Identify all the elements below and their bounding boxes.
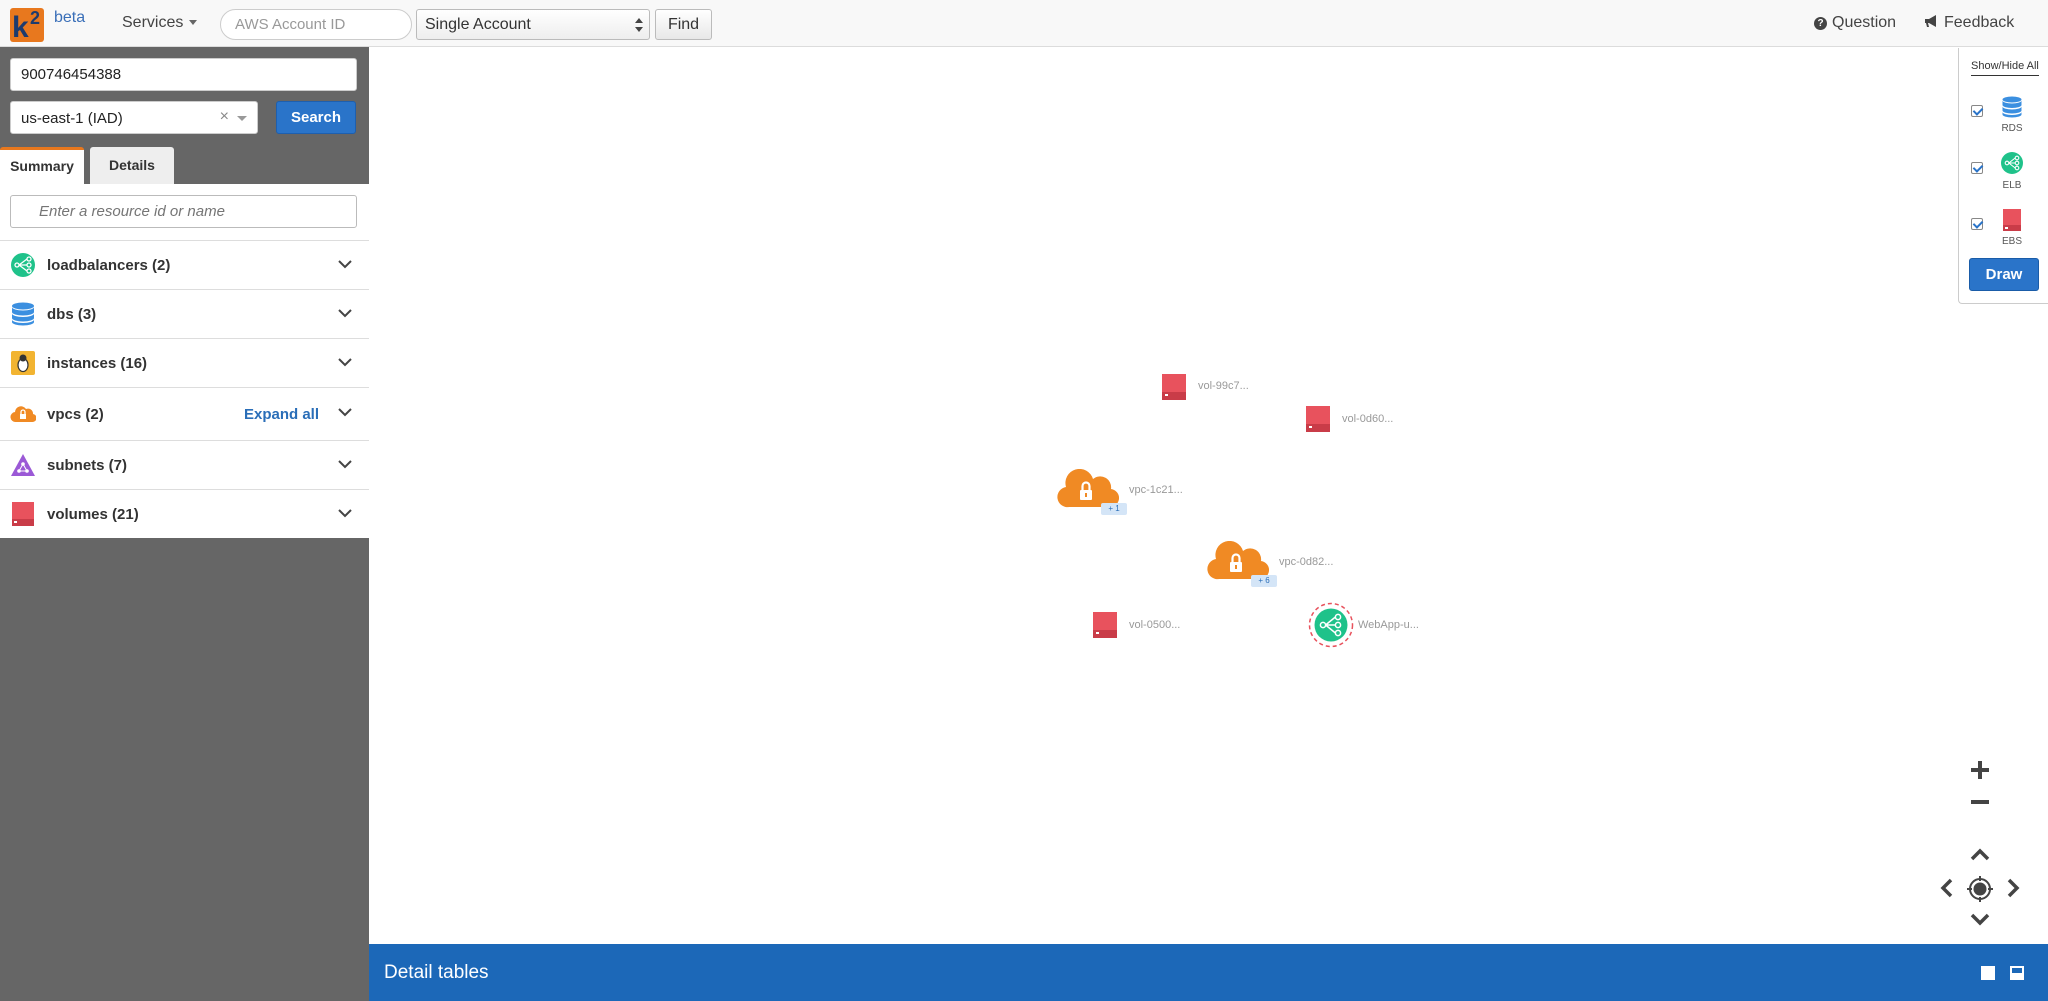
resource-label: volumes (21): [47, 506, 139, 523]
pan-up-icon[interactable]: [1969, 847, 1991, 863]
rds-checkbox[interactable]: [1971, 105, 1983, 117]
graph-node-vpc[interactable]: + 6 vpc-0d82...: [1207, 541, 1342, 587]
pan-right-icon[interactable]: [2005, 877, 2021, 899]
sidebar: 900746454388 us-east-1 (IAD) × Search Su…: [0, 47, 369, 1001]
chevron-down-icon[interactable]: [338, 259, 352, 269]
chevron-down-icon[interactable]: [338, 357, 352, 367]
database-icon: [2002, 96, 2022, 118]
node-label: vpc-0d82...: [1279, 556, 1334, 568]
graph-node-vpc[interactable]: + 1 vpc-1c21...: [1057, 469, 1187, 515]
linux-instance-icon: [11, 351, 35, 375]
resource-label: subnets (7): [47, 457, 128, 474]
tab-summary[interactable]: Summary: [0, 147, 84, 184]
chevron-down-icon[interactable]: [338, 308, 352, 318]
svg-text:k: k: [12, 11, 29, 44]
account-id-field[interactable]: 900746454388: [10, 58, 357, 91]
draw-button[interactable]: Draw: [1969, 258, 2039, 291]
split-view-icon[interactable]: [2010, 966, 2024, 980]
vpc-child-badge: + 1: [1101, 503, 1127, 515]
ebs-checkbox[interactable]: [1971, 218, 1983, 230]
legend-label: ELB: [2002, 180, 2022, 191]
megaphone-icon: [1925, 15, 1936, 27]
account-mode-value: Single Account: [425, 16, 531, 33]
svg-text:2: 2: [30, 8, 40, 28]
vpc-child-badge: + 6: [1251, 575, 1277, 587]
badge-text: + 1: [1108, 504, 1120, 513]
volume-icon: [2003, 209, 2021, 231]
question-link[interactable]: ? Question: [1814, 14, 1896, 32]
load-balancer-icon: [1308, 602, 1354, 648]
badge-text: + 6: [1258, 576, 1270, 585]
caret-down-icon: [189, 20, 198, 26]
resource-row-loadbalancers[interactable]: loadbalancers (2): [0, 240, 369, 289]
detail-tables-bar[interactable]: Detail tables: [369, 944, 2048, 1001]
zoom-in-icon[interactable]: [1969, 759, 1991, 781]
resource-label: loadbalancers (2): [47, 257, 171, 274]
aws-account-id-input[interactable]: [220, 9, 412, 40]
detail-tables-title: Detail tables: [384, 962, 489, 983]
select-arrows-icon: [635, 18, 643, 32]
beta-label: beta: [54, 9, 86, 26]
resource-label: dbs (3): [47, 306, 97, 323]
chevron-down-icon[interactable]: [338, 407, 352, 417]
question-icon: ?: [1814, 17, 1827, 30]
account-mode-select[interactable]: Single Account: [416, 9, 650, 40]
show-hide-all-link[interactable]: Show/Hide All: [1971, 60, 2039, 76]
tab-details[interactable]: Details: [90, 147, 174, 184]
volume-icon: [1306, 406, 1330, 432]
resource-row-vpcs[interactable]: vpcs (2) Expand all: [0, 387, 369, 440]
subnet-icon: [11, 454, 35, 476]
node-label: vol-0500...: [1129, 619, 1181, 631]
chevron-down-icon[interactable]: [338, 459, 352, 469]
graph-node-volume[interactable]: vol-99c7...: [1162, 374, 1252, 400]
load-balancer-icon: [11, 253, 35, 277]
legend-label: RDS: [2001, 123, 2023, 134]
region-value: us-east-1 (IAD): [21, 110, 123, 127]
pan-down-icon[interactable]: [1969, 911, 1991, 927]
node-label: vpc-1c21...: [1129, 484, 1183, 496]
database-icon: [12, 302, 34, 326]
elb-checkbox[interactable]: [1971, 162, 1983, 174]
find-button[interactable]: Find: [655, 9, 712, 40]
feedback-link[interactable]: Feedback: [1924, 14, 2014, 32]
volume-icon: [1093, 612, 1117, 638]
volume-icon: [12, 502, 34, 526]
resource-filter-input[interactable]: [10, 195, 357, 228]
expand-all-link[interactable]: Expand all: [244, 406, 319, 423]
resource-row-subnets[interactable]: subnets (7): [0, 440, 369, 489]
volume-icon: [1162, 374, 1186, 400]
legend-panel: Show/Hide All RDS ELB EBS Draw: [1958, 48, 2048, 304]
summary-panel: loadbalancers (2) dbs (3) instances (16): [0, 184, 369, 538]
topology-canvas[interactable]: vol-99c7... vol-0d60... + 1 vpc-1c21... …: [369, 47, 2048, 944]
resource-row-instances[interactable]: instances (16): [0, 338, 369, 387]
chevron-down-icon[interactable]: [338, 508, 352, 518]
node-label: vol-0d60...: [1342, 413, 1394, 425]
load-balancer-icon: [2001, 152, 2023, 174]
vpc-cloud-lock-icon: [10, 406, 36, 423]
recenter-icon[interactable]: [1967, 876, 1993, 902]
graph-node-load-balancer[interactable]: WebApp-u...: [1308, 602, 1433, 648]
zoom-out-icon[interactable]: [1969, 791, 1991, 813]
resource-row-volumes[interactable]: volumes (21): [0, 489, 369, 538]
services-menu[interactable]: Services: [122, 14, 198, 32]
resource-label: vpcs (2): [47, 406, 104, 423]
clear-icon[interactable]: ×: [220, 108, 229, 126]
resource-row-dbs[interactable]: dbs (3): [0, 289, 369, 338]
feedback-label: Feedback: [1944, 14, 2015, 31]
legend-label: EBS: [2001, 236, 2022, 247]
question-label: Question: [1832, 14, 1897, 31]
pan-left-icon[interactable]: [1939, 877, 1955, 899]
node-label: WebApp-u...: [1358, 619, 1419, 631]
region-select[interactable]: us-east-1 (IAD) ×: [10, 101, 258, 134]
maximize-icon[interactable]: [1981, 966, 1995, 980]
top-navbar: k 2 beta Services Single Account Find ? Q…: [0, 0, 2048, 47]
search-button[interactable]: Search: [276, 101, 356, 134]
graph-node-volume[interactable]: vol-0500...: [1093, 612, 1188, 638]
node-label: vol-99c7...: [1198, 380, 1249, 392]
resource-label: instances (16): [47, 355, 148, 372]
k2-logo-icon[interactable]: k 2: [8, 4, 52, 44]
graph-node-volume[interactable]: vol-0d60...: [1306, 406, 1401, 432]
services-label: Services: [122, 14, 184, 31]
chevron-down-icon[interactable]: [237, 116, 247, 121]
